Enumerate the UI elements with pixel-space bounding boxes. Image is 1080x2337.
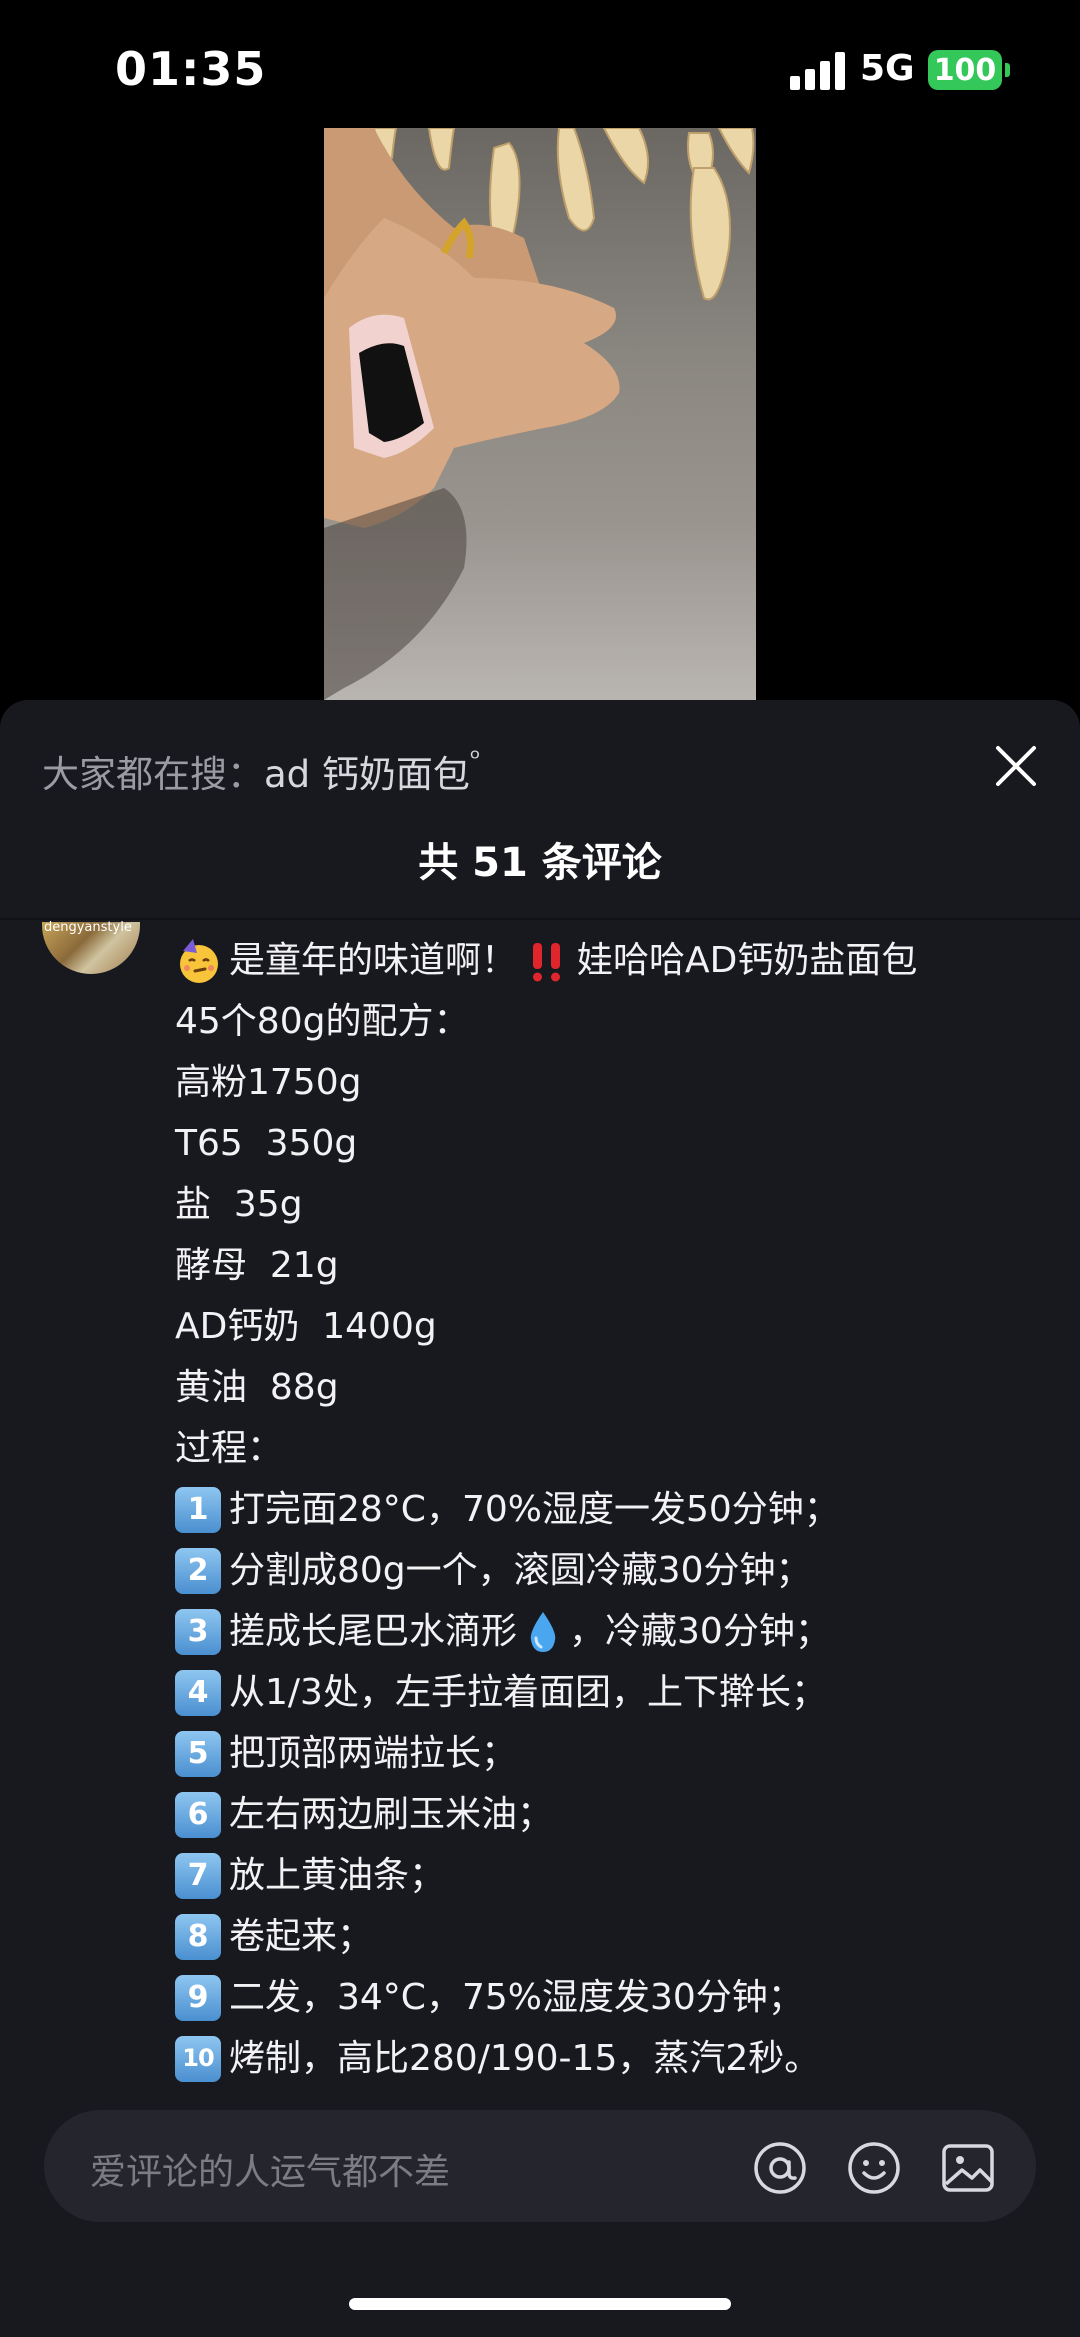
- step-badge: 8: [175, 1913, 221, 1960]
- step-line: 3 搓成长尾巴水滴形 ，冷藏30分钟；: [175, 1601, 1035, 1662]
- emoji-icon[interactable]: [846, 2140, 902, 2196]
- comment-line: T65 350g: [175, 1123, 358, 1164]
- step-line: 6 左右两边刷玉米油；: [175, 1784, 1035, 1845]
- comment-line: 高粉1750g: [175, 1062, 362, 1103]
- step-line: 7 放上黄油条；: [175, 1845, 1035, 1906]
- step-badge: 3: [175, 1608, 221, 1655]
- hot-search-row[interactable]: 大家都在搜：ad 钙奶面包ᵒ: [42, 744, 481, 798]
- battery-nub: [1005, 63, 1010, 77]
- step-badge: 6: [175, 1791, 221, 1838]
- comment-input[interactable]: 爱评论的人运气都不差: [44, 2110, 1036, 2222]
- comment-text: 是童年的味道啊！: [229, 940, 518, 981]
- network-type: 5G: [860, 48, 915, 89]
- video-frame: [324, 128, 755, 700]
- step-line: 2 分割成80g一个，滚圆冷藏30分钟；: [175, 1540, 1035, 1601]
- step-line: 9 二发，34°C，75%湿度发30分钟；: [175, 1967, 1035, 2028]
- step-text: 打完面28°C，70%湿度一发50分钟；: [229, 1489, 840, 1530]
- header-divider: [0, 918, 1080, 920]
- comment-body: 是童年的味道啊！ 娃哈哈AD钙奶盐面包 45个80g的配方： 高粉1750g T…: [175, 930, 1035, 2089]
- step-text: 把顶部两端拉长；: [229, 1733, 518, 1774]
- hot-search-term[interactable]: ad 钙奶面包: [264, 753, 470, 796]
- close-icon[interactable]: [990, 740, 1042, 792]
- step-text: 左右两边刷玉米油；: [229, 1794, 554, 1835]
- signal-icon: [790, 52, 846, 90]
- step-text: 卷起来；: [229, 1916, 374, 1957]
- step-badge: 5: [175, 1730, 221, 1777]
- step-badge: 7: [175, 1852, 221, 1899]
- step-line: 5 把顶部两端拉长；: [175, 1723, 1035, 1784]
- step-line: 1 打完面28°C，70%湿度一发50分钟；: [175, 1479, 1035, 1540]
- comment-line: 45个80g的配方：: [175, 1001, 470, 1042]
- home-indicator[interactable]: [349, 2298, 731, 2310]
- comment-line: 盐 35g: [175, 1184, 303, 1225]
- comment-input-placeholder: 爱评论的人运气都不差: [90, 2152, 451, 2193]
- step-badge: 10: [175, 2035, 221, 2082]
- comment-line: 是童年的味道啊！ 娃哈哈AD钙奶盐面包: [175, 930, 1035, 991]
- comment-line: 过程：: [175, 1428, 284, 1469]
- step-text: 烤制，高比280/190-15，蒸汽2秒。: [229, 2038, 821, 2079]
- party-face-icon: [180, 938, 218, 983]
- status-time: 01:35: [115, 42, 267, 96]
- avatar-label: dengyanstyle: [44, 920, 132, 935]
- step-text: 分割成80g一个，滚圆冷藏30分钟；: [229, 1550, 812, 1591]
- comment-line: 黄油 88g: [175, 1367, 339, 1408]
- step-text: 搓成长尾巴水滴形: [229, 1611, 518, 1652]
- step-text-tail: ，冷藏30分钟；: [569, 1611, 831, 1652]
- step-line: 8 卷起来；: [175, 1906, 1035, 1967]
- step-badge: 9: [175, 1974, 221, 2021]
- comment-count: 共 51 条评论: [418, 840, 662, 886]
- at-mention-icon[interactable]: [752, 2140, 808, 2196]
- hot-search-prefix: 大家都在搜：: [42, 753, 264, 796]
- battery-icon: 100: [928, 50, 1002, 90]
- droplet-icon: [530, 1611, 556, 1652]
- comment-line: AD钙奶 1400g: [175, 1306, 437, 1347]
- video-player[interactable]: [324, 128, 756, 700]
- image-icon[interactable]: [940, 2140, 996, 2196]
- search-icon: ᵒ: [469, 744, 481, 774]
- step-line: 4 从1/3处，左手拉着面团，上下擀长；: [175, 1662, 1035, 1723]
- battery-level: 100: [933, 52, 997, 88]
- step-text: 放上黄油条；: [229, 1855, 446, 1896]
- comment-line: 酵母 21g: [175, 1245, 339, 1286]
- step-badge: 4: [175, 1669, 221, 1716]
- double-exclamation-icon: [533, 942, 561, 981]
- step-line: 10 烤制，高比280/190-15，蒸汽2秒。: [175, 2028, 1035, 2089]
- step-text: 从1/3处，左手拉着面团，上下擀长；: [229, 1672, 827, 1713]
- step-badge: 1: [175, 1486, 221, 1533]
- comment-text: 娃哈哈AD钙奶盐面包: [577, 940, 918, 981]
- step-text: 二发，34°C，75%湿度发30分钟；: [229, 1977, 804, 2018]
- step-badge: 2: [175, 1547, 221, 1594]
- status-bar: 01:35 5G 100: [0, 0, 1080, 130]
